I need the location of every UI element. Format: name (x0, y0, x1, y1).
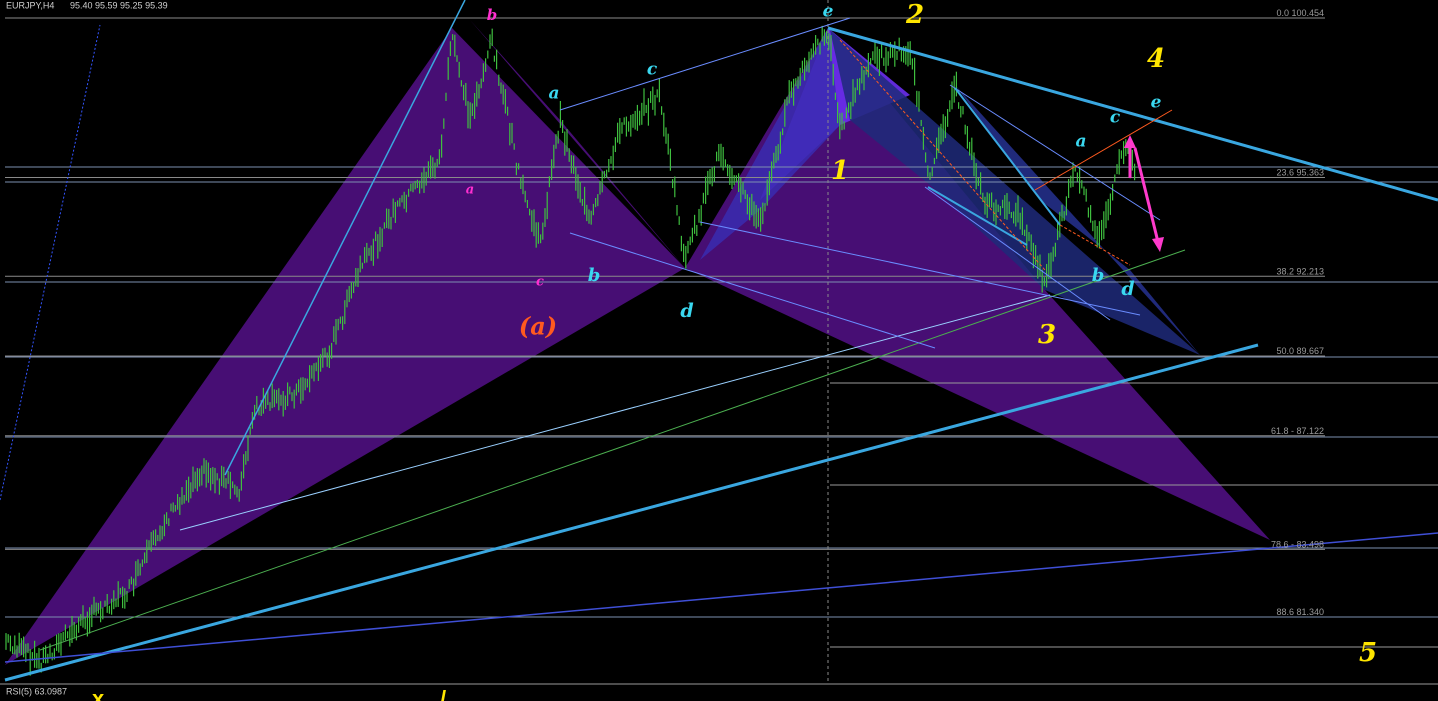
partial-label: -- (1368, 693, 1378, 701)
wave-label-cyan: e (1151, 93, 1162, 113)
fib-label: 61.8 - 87.122 (1271, 426, 1324, 436)
wave-label-yellow: 4 (1147, 44, 1165, 74)
wave-label-cyan: a (548, 84, 559, 104)
fib-label: 0.0 100.454 (1276, 8, 1324, 18)
wave-label-cyan: d (1121, 278, 1134, 300)
forex-chart[interactable]: 0.0 100.454 23.6 95.363 38.2 92.213 50.0 89… (0, 0, 1438, 701)
wave-label-cyan: d (680, 300, 693, 322)
rsi-label: RSI(5) 63.0987 (6, 686, 67, 696)
wave-label-yellow: 1 (831, 156, 849, 186)
fib-label: 78.6 - 83.498 (1271, 539, 1324, 549)
wave-label-magenta: c (536, 275, 544, 290)
wave-label-cyan: b (1092, 265, 1105, 286)
fib-label: 23.6 95.363 (1276, 168, 1324, 178)
wave-label-yellow: 5 (1359, 638, 1377, 668)
ohlc-header: 95.40 95.59 95.25 95.39 (70, 0, 168, 10)
wave-label-cyan: b (588, 265, 601, 286)
wave-label-orange: (a) (519, 312, 557, 341)
fib-label: 38.2 92.213 (1276, 266, 1324, 276)
wave-label-magenta: b (487, 6, 498, 24)
wave-label-cyan: c (647, 60, 658, 80)
wave-label-magenta: a (466, 183, 474, 198)
wave-label-cyan: a (1075, 132, 1086, 152)
wave-label-cyan: c (1110, 108, 1121, 128)
fib-label: 88.6 81.340 (1276, 607, 1324, 617)
wave-label-yellow: 3 (1038, 320, 1056, 350)
indicator-panel (0, 685, 1438, 701)
wave-label-yellow: 2 (905, 0, 924, 30)
chart-background (0, 0, 1438, 701)
partial-label: / (440, 686, 446, 701)
wave-label-cyan: e (823, 2, 834, 22)
symbol-header: EURJPY,H4 (6, 0, 54, 10)
chart-canvas[interactable]: 0.0 100.454 23.6 95.363 38.2 92.213 50.0 89… (0, 0, 1438, 701)
partial-label: x (92, 686, 105, 701)
fib-label: 50.0 89.667 (1276, 346, 1324, 356)
